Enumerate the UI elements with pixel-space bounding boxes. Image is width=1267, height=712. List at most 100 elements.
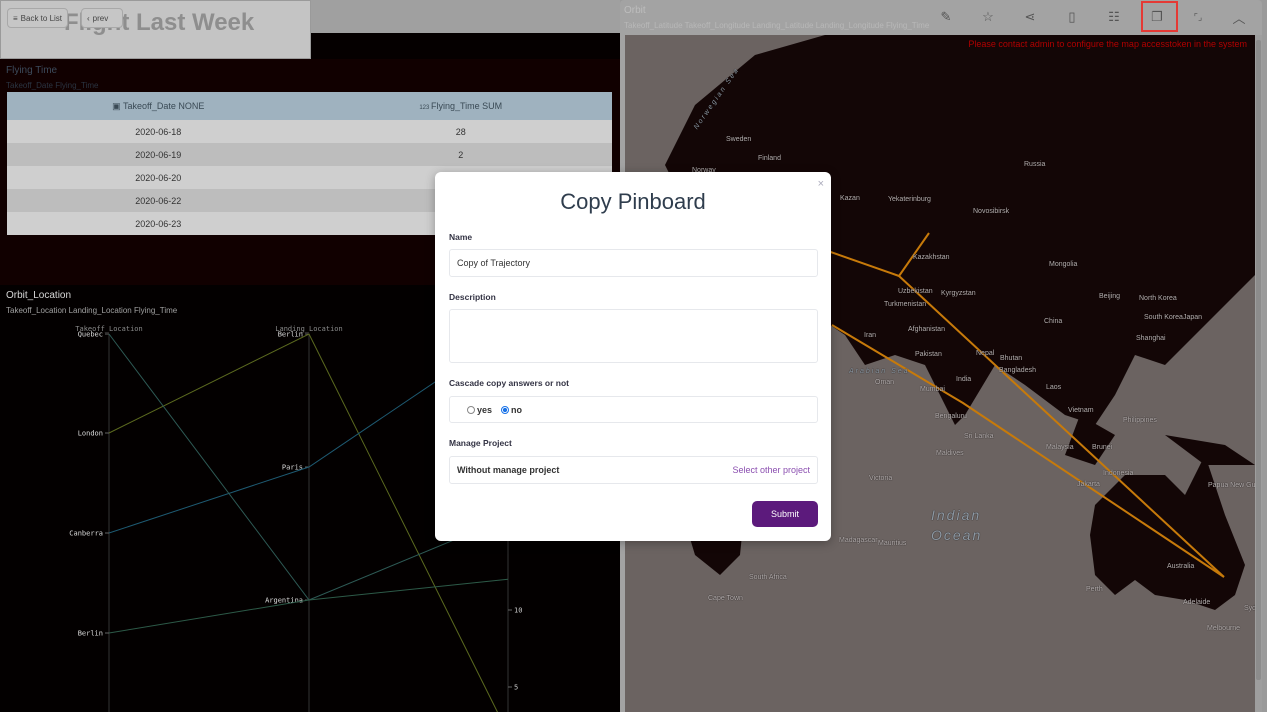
prev-label: prev xyxy=(92,13,109,23)
panel-subtitle: Takeoff_Latitude Takeoff_Longitude Landi… xyxy=(624,21,930,30)
table-row: 2020-06-18 28 xyxy=(7,120,612,143)
map-label: Novosibirsk xyxy=(973,208,1010,215)
panel-title: Orbit xyxy=(624,5,646,16)
table-header: ▣ Takeoff_Date NONE 123 Flying_Time SUM xyxy=(7,92,612,120)
category-label: Quebec xyxy=(78,331,103,339)
map-label: Bangladesh xyxy=(999,367,1036,374)
cascade-label: Cascade copy answers or not xyxy=(449,378,569,388)
fullscreen-icon[interactable]: ⌜⌟ xyxy=(1187,6,1209,28)
description-label: Description xyxy=(449,292,496,302)
map-label: Sydney xyxy=(1244,605,1255,612)
name-input[interactable]: Copy of Trajectory xyxy=(449,249,818,277)
map-label: Malaysia xyxy=(1046,444,1074,451)
map-label: Russia xyxy=(1024,161,1046,168)
filter-icon[interactable]: ☷ xyxy=(1103,6,1125,28)
panel-title: Orbit_Location xyxy=(6,290,72,301)
map-label: Bengaluru xyxy=(935,413,967,420)
map-label: Shanghai xyxy=(1136,335,1166,342)
manage-project-field: Without manage project Select other proj… xyxy=(449,456,818,484)
radio-yes[interactable]: yes xyxy=(467,405,492,415)
map-label: Beijing xyxy=(1099,293,1121,300)
project-value: Without manage project xyxy=(457,465,560,475)
tick-label: 10 xyxy=(514,607,522,615)
calendar-icon: ▣ xyxy=(112,100,123,111)
map-label: Arabian Sea xyxy=(849,368,910,375)
back-to-list-button[interactable]: ≡ Back to List xyxy=(7,8,69,28)
radio-no[interactable]: no xyxy=(501,405,522,415)
map-label: Maldives xyxy=(936,450,964,457)
map-label: Kyrgyzstan xyxy=(941,290,976,297)
map-label: Perth xyxy=(1086,586,1103,593)
map-label: Melbourne xyxy=(1207,625,1241,632)
share-icon[interactable]: ⋖ xyxy=(1019,6,1041,28)
map-label: Bhutan xyxy=(1000,355,1023,362)
map-label: Uzbekistan xyxy=(898,288,933,295)
map-label: Adelaide xyxy=(1183,599,1211,606)
map-label: Ocean xyxy=(931,527,983,543)
description-input[interactable] xyxy=(449,309,818,363)
radio-icon-selected[interactable] xyxy=(501,405,510,414)
map-label: Jakarta xyxy=(1077,481,1100,488)
map-label: Laos xyxy=(1046,384,1062,391)
map-label: South Korea xyxy=(1144,314,1183,321)
panel-title: Flying Time xyxy=(6,65,58,76)
map-label: Brunei xyxy=(1092,444,1113,451)
map-label: China xyxy=(1044,318,1063,325)
category-label: Argentina xyxy=(265,597,303,605)
prev-button[interactable]: ‹ prev xyxy=(81,8,123,28)
select-other-project-link[interactable]: Select other project xyxy=(732,465,810,475)
table-row: 2020-06-19 2 xyxy=(7,143,612,166)
map-label: South Africa xyxy=(749,574,787,581)
report-icon[interactable]: ▯ xyxy=(1061,6,1083,28)
map-label: Kazan xyxy=(840,195,860,202)
map-label: Sri Lanka xyxy=(964,433,994,440)
column-header-takeoff-date[interactable]: ▣ Takeoff_Date NONE xyxy=(7,101,310,112)
land-indonesia xyxy=(1065,415,1115,465)
land-australia xyxy=(1090,455,1245,610)
name-label: Name xyxy=(449,232,473,242)
category-label: Canberra xyxy=(69,530,103,538)
copy-pinboard-dialog: × Copy Pinboard Name Copy of Trajectory … xyxy=(435,172,831,541)
tick-label: 5 xyxy=(514,684,518,692)
map-label: Madagascar xyxy=(839,537,878,544)
map-label: Papua New Guinea xyxy=(1208,482,1255,489)
back-label: Back to List xyxy=(20,13,63,23)
map-label: Australia xyxy=(1167,563,1195,570)
map-label: North Korea xyxy=(1139,295,1177,302)
land-new-guinea xyxy=(1165,435,1255,465)
list-icon: ≡ xyxy=(13,13,18,23)
edit-icon[interactable]: ✎ xyxy=(935,6,957,28)
scrollbar-thumb[interactable] xyxy=(1256,40,1261,680)
category-label: Berlin xyxy=(78,630,103,638)
category-label: London xyxy=(78,430,103,438)
dialog-title: Copy Pinboard xyxy=(560,189,706,214)
chevron-left-icon: ‹ xyxy=(87,13,90,23)
submit-button[interactable]: Submit xyxy=(752,501,818,527)
map-label: Afghanistan xyxy=(908,326,945,333)
map-label: Mongolia xyxy=(1049,261,1078,268)
map-label: Cape Town xyxy=(708,595,743,602)
star-icon[interactable]: ☆ xyxy=(977,6,999,28)
map-label: Indian xyxy=(931,507,982,523)
map-label: Indonesia xyxy=(1103,470,1134,477)
map-label: Mumbai xyxy=(920,386,945,393)
map-label: Iran xyxy=(864,332,877,339)
collapse-icon[interactable]: ︿ xyxy=(1228,6,1250,28)
map-error-message: Please contact admin to configure the ma… xyxy=(968,39,1247,49)
map-label: Kazakhstan xyxy=(913,254,950,261)
map-label: Pakistan xyxy=(915,351,942,358)
manage-project-label: Manage Project xyxy=(449,438,512,448)
dashboard-header: Flight Last Week ≡ Back to List ‹ prev xyxy=(0,0,311,59)
panel-subtitle: Takeoff_Location Landing_Location Flying… xyxy=(6,306,178,315)
map-label: Turkmenistan xyxy=(884,301,927,308)
map-label: Vietnam xyxy=(1068,407,1094,414)
radio-icon[interactable] xyxy=(467,405,475,414)
map-label: Sweden xyxy=(726,136,752,143)
category-label: Berlin xyxy=(278,331,303,339)
map-label: India xyxy=(956,376,972,383)
column-header-flying-time[interactable]: 123 Flying_Time SUM xyxy=(310,101,613,111)
map-label: Japan xyxy=(1183,314,1203,321)
map-label: Yekaterinburg xyxy=(888,196,931,203)
map-label: Mauritius xyxy=(878,540,907,547)
cascade-radio-group: yes no xyxy=(449,396,818,423)
